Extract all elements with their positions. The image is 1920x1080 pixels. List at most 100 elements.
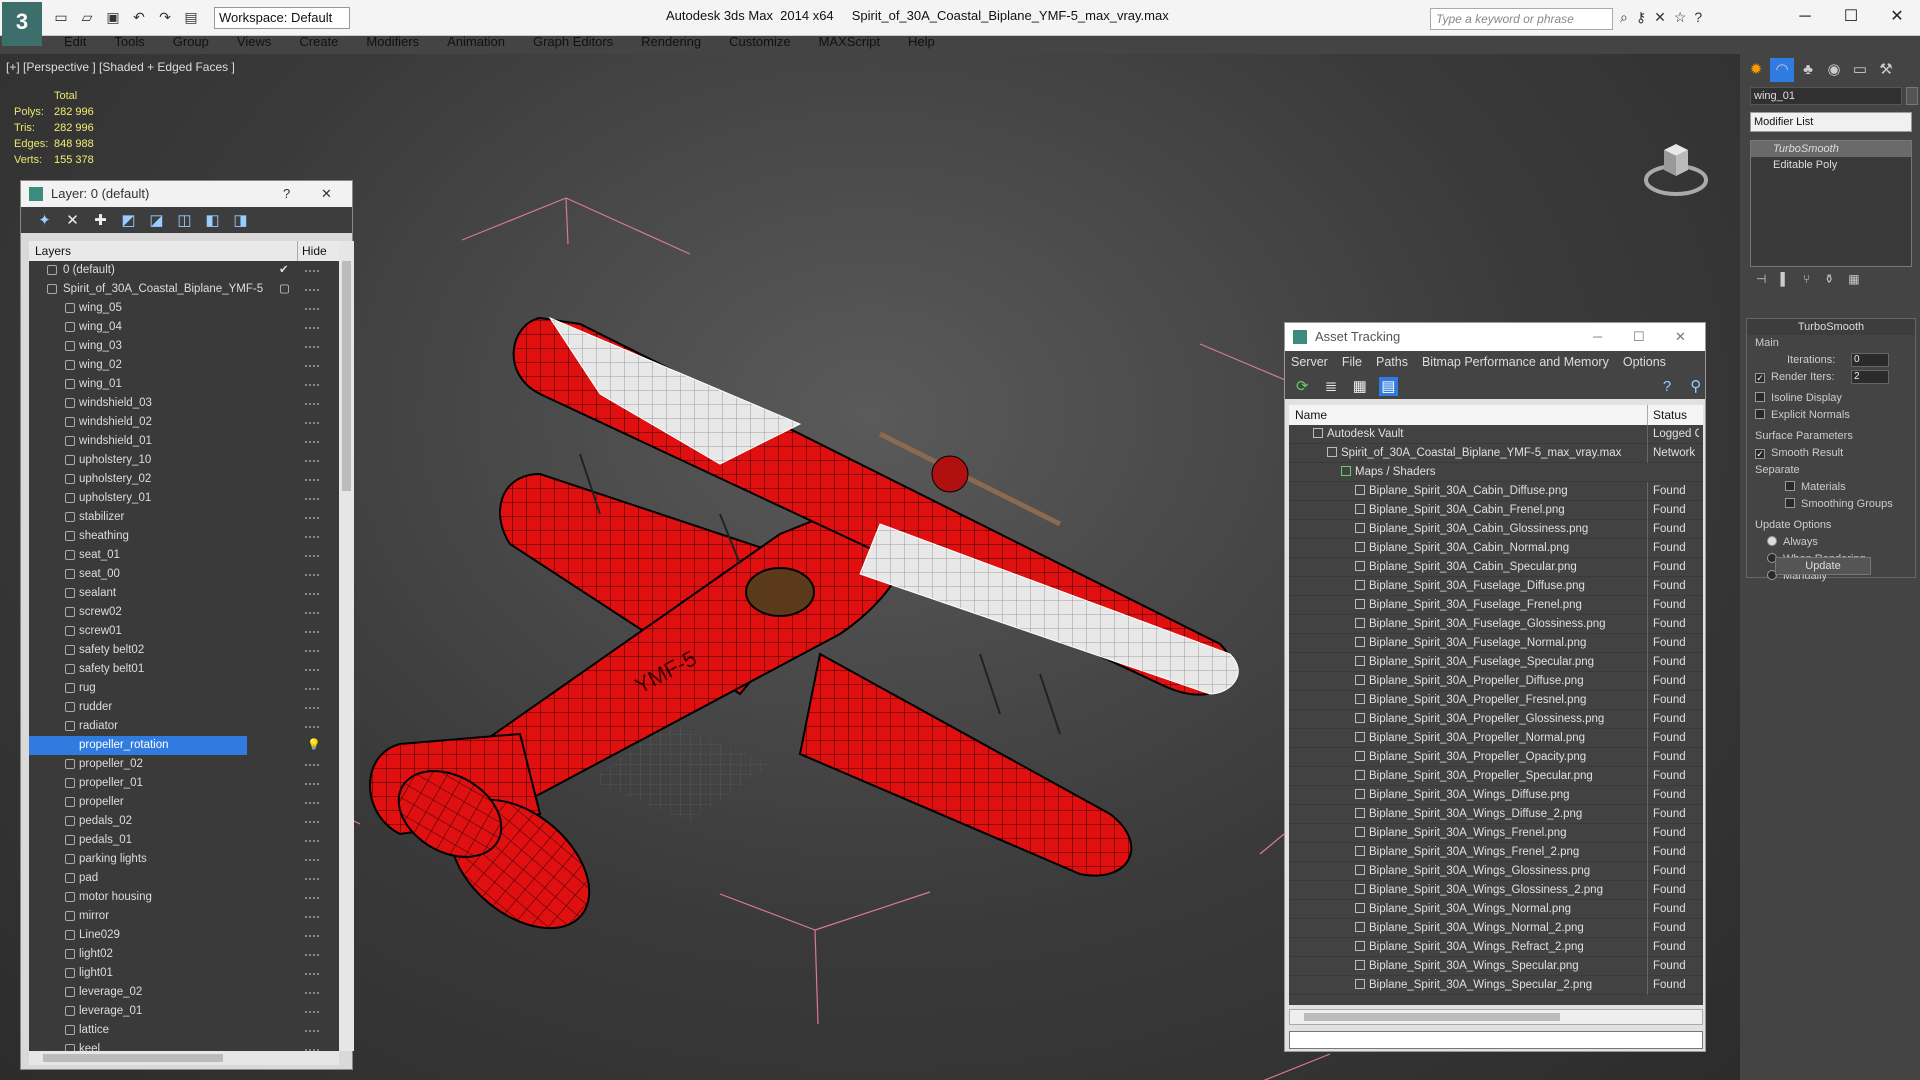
asset-menu-server[interactable]: Server bbox=[1291, 351, 1328, 373]
hide-toggle[interactable] bbox=[305, 289, 319, 291]
layer-item[interactable]: wing_05 bbox=[29, 299, 339, 318]
viewcube[interactable] bbox=[1640, 136, 1712, 198]
asset-row-vault[interactable]: Autodesk Vault Logged O bbox=[1289, 425, 1703, 444]
pin-stack-icon[interactable]: ⊣ bbox=[1756, 272, 1766, 292]
asset-row-map[interactable]: Biplane_Spirit_30A_Fuselage_Frenel.png Fo… bbox=[1289, 596, 1703, 615]
layer-item[interactable]: wing_01 bbox=[29, 375, 339, 394]
asset-row-map[interactable]: Biplane_Spirit_30A_Wings_Frenel_2.png Fou… bbox=[1289, 843, 1703, 862]
hide-toggle[interactable] bbox=[305, 270, 319, 272]
layer-properties-icon[interactable]: ◨ bbox=[231, 211, 250, 230]
configure-sets-icon[interactable]: ▦ bbox=[1848, 272, 1859, 292]
asset-row-map[interactable]: Biplane_Spirit_30A_Propeller_Glossiness.… bbox=[1289, 710, 1703, 729]
menu-tools[interactable]: Tools bbox=[100, 34, 158, 54]
hide-toggle[interactable] bbox=[305, 536, 319, 538]
menu-help[interactable]: Help bbox=[894, 34, 949, 54]
layer-item[interactable]: sheathing bbox=[29, 527, 339, 546]
update-button[interactable]: Update bbox=[1775, 557, 1871, 575]
remove-modifier-icon[interactable]: ⚱ bbox=[1824, 272, 1834, 292]
hide-toggle[interactable] bbox=[305, 517, 319, 519]
workspace-dropdown[interactable]: Workspace: Default bbox=[214, 7, 350, 29]
highlight-layer-icon[interactable]: ◪ bbox=[147, 211, 166, 230]
hide-toggle[interactable] bbox=[305, 498, 319, 500]
menu-animation[interactable]: Animation bbox=[433, 34, 519, 54]
layer-item[interactable]: upholstery_02 bbox=[29, 470, 339, 489]
layer-item[interactable]: mirror bbox=[29, 907, 339, 926]
layer-item[interactable]: leverage_01 bbox=[29, 1002, 339, 1021]
create-tab-icon[interactable]: ✹ bbox=[1744, 58, 1768, 82]
name-column-header[interactable]: Name bbox=[1289, 408, 1327, 422]
layer-list[interactable]: Layers Hide 0 (default) ✔ Spirit_of_30A_Co… bbox=[29, 241, 339, 1051]
layer-item[interactable]: propeller_01 bbox=[29, 774, 339, 793]
object-name-field[interactable]: wing_01 bbox=[1750, 87, 1902, 105]
show-end-result-icon[interactable]: ▌ bbox=[1780, 272, 1789, 292]
materials-checkbox[interactable] bbox=[1785, 481, 1795, 491]
layer-item[interactable]: light01 bbox=[29, 964, 339, 983]
asset-row-map[interactable]: Biplane_Spirit_30A_Propeller_Specular.pn… bbox=[1289, 767, 1703, 786]
asset-menu-paths[interactable]: Paths bbox=[1376, 351, 1408, 373]
layer-close-button[interactable]: ✕ bbox=[321, 181, 332, 207]
hide-toggle[interactable] bbox=[305, 479, 319, 481]
hide-toggle[interactable] bbox=[305, 1011, 319, 1013]
asset-pin-icon[interactable]: ⚲ bbox=[1686, 377, 1705, 396]
asset-row-map[interactable]: Biplane_Spirit_30A_Wings_Glossiness.png F… bbox=[1289, 862, 1703, 881]
asset-scroll-thumb[interactable] bbox=[1304, 1013, 1560, 1021]
layer-item[interactable]: windshield_03 bbox=[29, 394, 339, 413]
light-bulb-icon[interactable]: 💡 bbox=[307, 736, 321, 755]
hide-toggle[interactable] bbox=[305, 1030, 319, 1032]
hide-toggle[interactable] bbox=[305, 327, 319, 329]
layer-item[interactable]: pad bbox=[29, 869, 339, 888]
layer-item[interactable]: parking lights bbox=[29, 850, 339, 869]
hide-toggle[interactable] bbox=[305, 707, 319, 709]
layer-vertical-scrollbar[interactable] bbox=[339, 241, 354, 1051]
hide-toggle[interactable] bbox=[305, 688, 319, 690]
undo-icon[interactable]: ↶ bbox=[128, 6, 150, 28]
asset-row-map[interactable]: Biplane_Spirit_30A_Wings_Specular.png Fou… bbox=[1289, 957, 1703, 976]
asset-row-map[interactable]: Biplane_Spirit_30A_Wings_Normal_2.png Fou… bbox=[1289, 919, 1703, 938]
smoothing-groups-checkbox[interactable] bbox=[1785, 498, 1795, 508]
utilities-tab-icon[interactable]: ⚒ bbox=[1874, 58, 1898, 82]
new-file-icon[interactable]: ▭ bbox=[50, 6, 72, 28]
hide-toggle[interactable] bbox=[305, 441, 319, 443]
exchange-icon[interactable]: ✕ bbox=[1654, 9, 1666, 26]
layer-item[interactable]: safety belt01 bbox=[29, 660, 339, 679]
isoline-checkbox[interactable] bbox=[1755, 392, 1765, 402]
hide-toggle[interactable] bbox=[305, 916, 319, 918]
layer-item[interactable]: seat_01 bbox=[29, 546, 339, 565]
minimize-button[interactable]: ─ bbox=[1782, 2, 1828, 32]
layer-row-top[interactable]: Spirit_of_30A_Coastal_Biplane_YMF-5 ▢ bbox=[29, 280, 339, 299]
menu-customize[interactable]: Customize bbox=[715, 34, 804, 54]
always-radio[interactable] bbox=[1767, 536, 1777, 546]
hide-toggle[interactable] bbox=[305, 365, 319, 367]
layer-item[interactable]: wing_03 bbox=[29, 337, 339, 356]
asset-row-map[interactable]: Biplane_Spirit_30A_Wings_Specular_2.png F… bbox=[1289, 976, 1703, 995]
binoculars-icon[interactable]: ⌕ bbox=[1620, 9, 1628, 26]
asset-row-map[interactable]: Biplane_Spirit_30A_Cabin_Diffuse.png Foun… bbox=[1289, 482, 1703, 501]
hide-toggle[interactable] bbox=[305, 384, 319, 386]
layer-item[interactable]: leverage_02 bbox=[29, 983, 339, 1002]
save-icon[interactable]: ▣ bbox=[102, 6, 124, 28]
hide-all-icon[interactable]: ◫ bbox=[175, 211, 194, 230]
hide-toggle[interactable] bbox=[305, 764, 319, 766]
layer-explorer-window[interactable]: Layer: 0 (default) ? ✕ ✦ ✕ ✚ ◩ ◪ ◫ ◧ ◨ L… bbox=[20, 180, 354, 1070]
asset-row-map[interactable]: Biplane_Spirit_30A_Fuselage_Normal.png Fo… bbox=[1289, 634, 1703, 653]
asset-menu-file[interactable]: File bbox=[1342, 351, 1362, 373]
hide-toggle[interactable] bbox=[305, 631, 319, 633]
smooth-result-checkbox[interactable]: ✓ bbox=[1755, 449, 1765, 459]
hierarchy-tab-icon[interactable]: ♣ bbox=[1796, 58, 1820, 82]
command-panel[interactable]: ✹ ◠ ♣ ◉ ▭ ⚒ wing_01 Modifier List TurboS… bbox=[1742, 54, 1920, 1080]
maximize-button[interactable]: ☐ bbox=[1828, 2, 1874, 32]
asset-close-button[interactable]: ✕ bbox=[1675, 323, 1686, 351]
asset-row-map[interactable]: Biplane_Spirit_30A_Propeller_Opacity.png… bbox=[1289, 748, 1703, 767]
layers-column-header[interactable]: Layers bbox=[29, 244, 71, 258]
hide-toggle[interactable] bbox=[305, 308, 319, 310]
delete-layer-icon[interactable]: ✕ bbox=[63, 211, 82, 230]
layer-window-titlebar[interactable]: Layer: 0 (default) ? ✕ bbox=[21, 181, 352, 207]
asset-row-map[interactable]: Biplane_Spirit_30A_Propeller_Normal.png F… bbox=[1289, 729, 1703, 748]
asset-row-map[interactable]: Biplane_Spirit_30A_Wings_Diffuse_2.png Fo… bbox=[1289, 805, 1703, 824]
layer-help-button[interactable]: ? bbox=[283, 181, 290, 207]
layer-item[interactable]: propeller_02 bbox=[29, 755, 339, 774]
layer-item[interactable]: lattice bbox=[29, 1021, 339, 1040]
modify-tab-icon[interactable]: ◠ bbox=[1770, 58, 1794, 82]
layer-item[interactable]: radiator bbox=[29, 717, 339, 736]
hide-toggle[interactable] bbox=[305, 821, 319, 823]
